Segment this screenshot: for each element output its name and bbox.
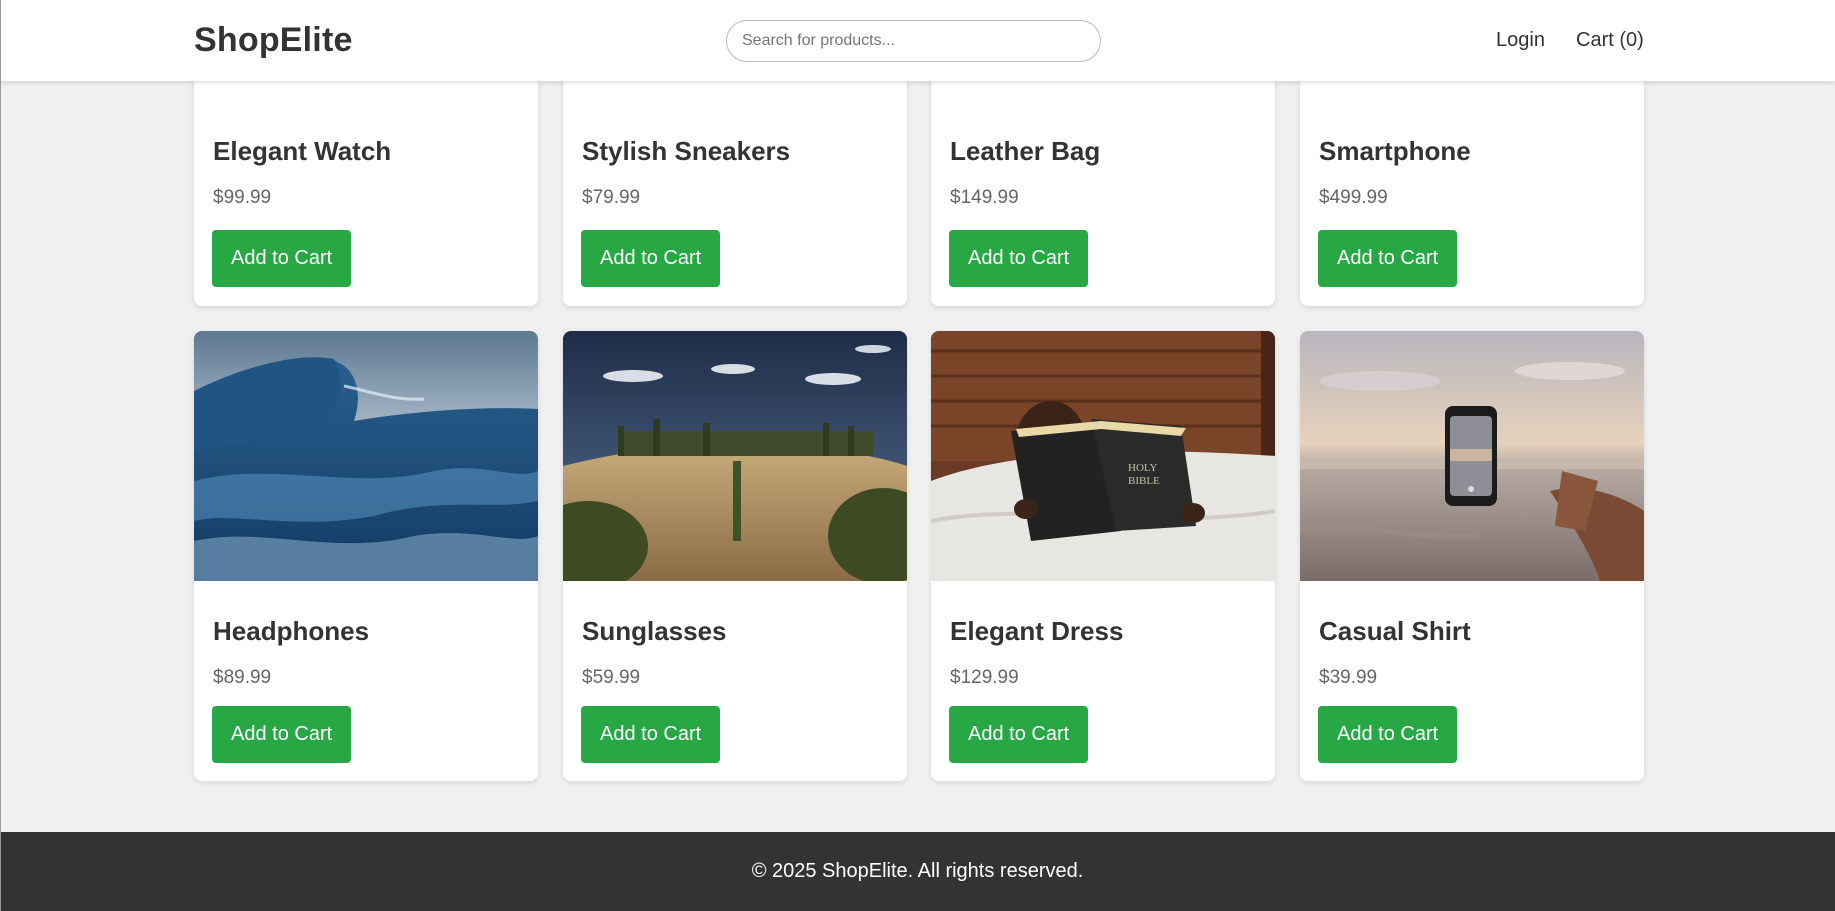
product-card: Headphones $89.99 Add to Cart xyxy=(194,331,538,781)
product-name: Leather Bag xyxy=(950,136,1101,166)
add-to-cart-button[interactable]: Add to Cart xyxy=(212,230,352,287)
site-logo[interactable]: ShopElite xyxy=(194,21,353,60)
site-header: ShopElite Login Cart (0) xyxy=(0,0,1835,81)
add-to-cart-button[interactable]: Add to Cart xyxy=(1318,230,1458,287)
product-name: Casual Shirt xyxy=(1319,616,1471,646)
product-card: Casual Shirt $39.99 Add to Cart xyxy=(1300,331,1644,781)
add-to-cart-button[interactable]: Add to Cart xyxy=(1318,706,1458,763)
cart-link[interactable]: Cart (0) xyxy=(1576,29,1644,52)
add-to-cart-button[interactable]: Add to Cart xyxy=(949,230,1089,287)
product-name: Elegant Dress xyxy=(950,616,1124,646)
add-to-cart-button[interactable]: Add to Cart xyxy=(212,706,352,763)
window-edge xyxy=(0,0,1,911)
login-link[interactable]: Login xyxy=(1496,29,1545,52)
product-price: $149.99 xyxy=(950,187,1019,208)
product-image[interactable] xyxy=(1300,331,1644,581)
svg-text:HOLY: HOLY xyxy=(1128,462,1158,474)
product-card: HOLY BIBLE Elegant Dress $129.99 Add to … xyxy=(931,331,1275,781)
svg-text:BIBLE: BIBLE xyxy=(1128,475,1160,487)
add-to-cart-button[interactable]: Add to Cart xyxy=(581,230,721,287)
product-price: $499.99 xyxy=(1319,187,1388,208)
product-price: $99.99 xyxy=(213,187,272,208)
product-name: Headphones xyxy=(213,616,370,646)
product-image[interactable] xyxy=(563,331,907,581)
product-image[interactable] xyxy=(194,331,538,581)
product-price: $79.99 xyxy=(582,187,641,208)
product-price: $129.99 xyxy=(950,667,1019,688)
product-name: Stylish Sneakers xyxy=(582,136,791,166)
product-name: Elegant Watch xyxy=(213,136,392,166)
product-name: Smartphone xyxy=(1319,136,1471,166)
product-name: Sunglasses xyxy=(582,616,727,646)
product-card: Sunglasses $59.99 Add to Cart xyxy=(563,331,907,781)
add-to-cart-button[interactable]: Add to Cart xyxy=(581,706,721,763)
product-price: $59.99 xyxy=(582,667,641,688)
product-image[interactable]: HOLY BIBLE xyxy=(931,331,1275,581)
add-to-cart-button[interactable]: Add to Cart xyxy=(949,706,1089,763)
product-price: $89.99 xyxy=(213,667,272,688)
site-footer: © 2025 ShopElite. All rights reserved. xyxy=(0,832,1835,911)
search-input[interactable] xyxy=(726,20,1101,62)
footer-copyright: © 2025 ShopElite. All rights reserved. xyxy=(751,860,1084,882)
product-price: $39.99 xyxy=(1319,667,1378,688)
